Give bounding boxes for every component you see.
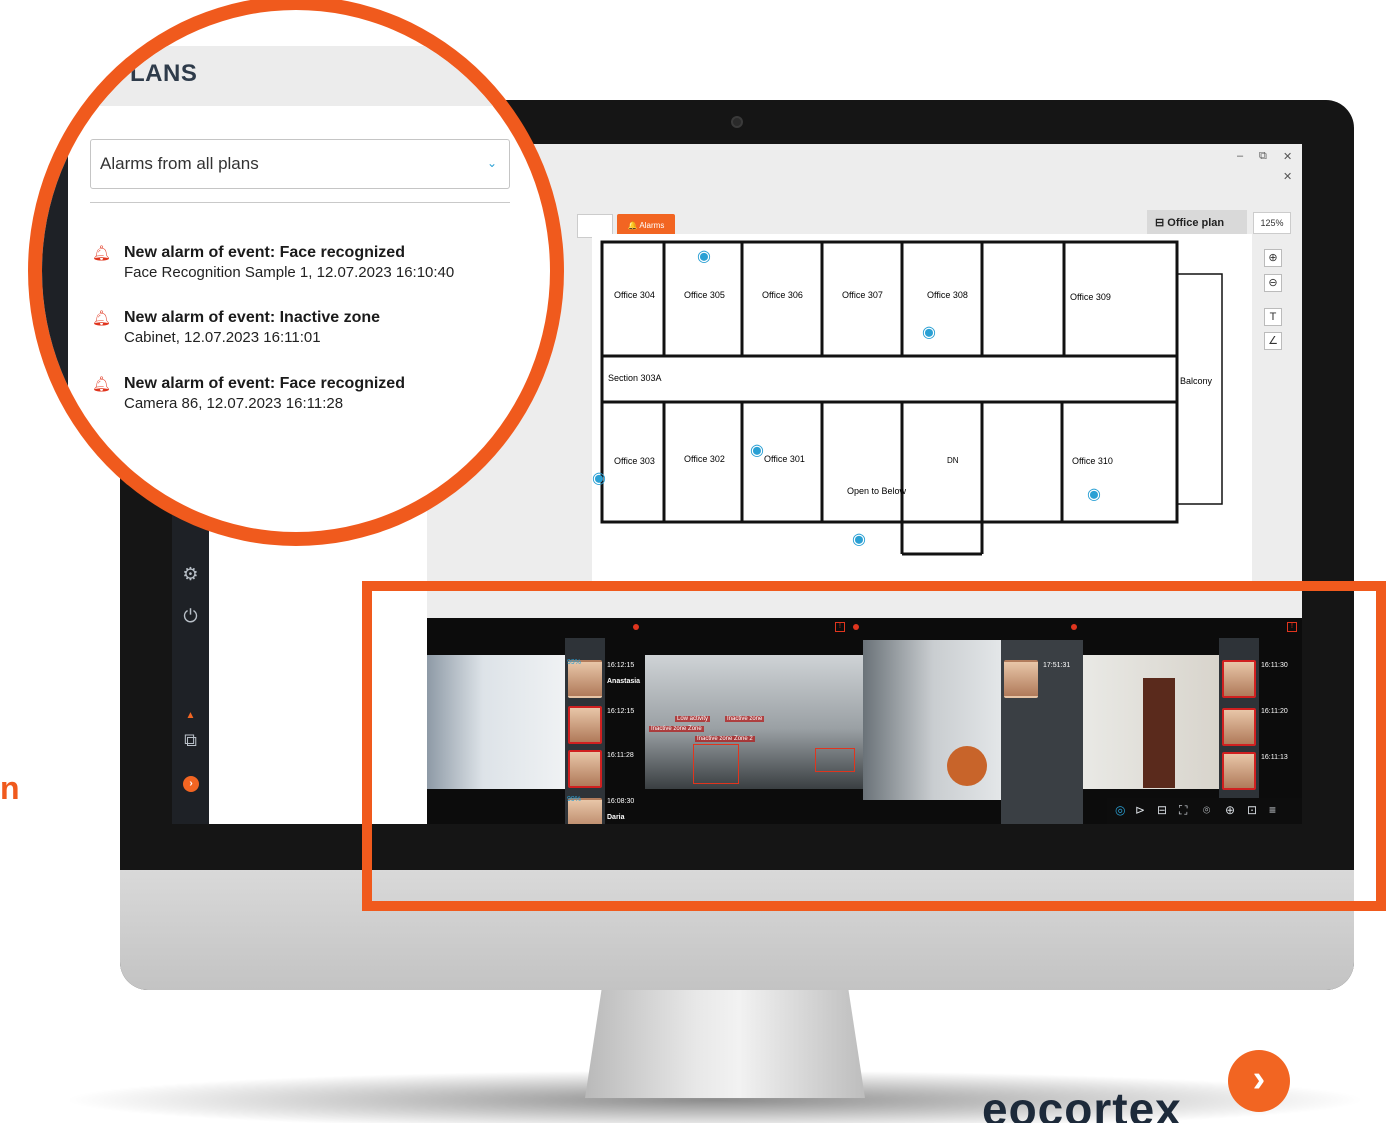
- room-label: Balcony: [1180, 376, 1213, 386]
- camera-marker-icon[interactable]: ◉: [1087, 484, 1101, 504]
- alarms-button-label: Alarms: [639, 221, 665, 230]
- text-tool-icon[interactable]: T: [1264, 308, 1282, 326]
- angle-tool-icon[interactable]: ∠: [1264, 332, 1282, 350]
- room-label: Office 309: [1070, 292, 1111, 302]
- room-label: Open to Below: [847, 486, 907, 496]
- brand-wordmark: eocortex: [982, 1083, 1182, 1123]
- room-label: Office 302: [684, 454, 725, 464]
- room-label: Office 303: [614, 456, 655, 466]
- webcam: [731, 116, 743, 128]
- zoom-in-icon[interactable]: ⊕: [1264, 249, 1282, 267]
- alarm-title: New alarm of event: Inactive zone: [124, 309, 381, 326]
- alarms-filter-value: Alarms from all plans: [100, 154, 259, 173]
- room-label: Office 304: [614, 290, 655, 300]
- panel-title: LANS: [130, 60, 198, 87]
- video-highlight-frame: [362, 581, 1386, 911]
- alarm-subtitle: Face Recognition Sample 1, 12.07.2023 16…: [124, 264, 455, 281]
- alarms-filter-select[interactable]: Alarms from all plans ⌄: [90, 139, 510, 189]
- callout-content: LANS Alarms from all plans ⌄ 🔔︎ New alar…: [42, 10, 550, 532]
- layouts-icon[interactable]: ⧉: [172, 730, 209, 751]
- room-label: Section 303A: [608, 373, 662, 383]
- brand-chevron-icon: ›: [1228, 1050, 1290, 1112]
- panel-header: [42, 46, 550, 106]
- room-label: DN: [947, 456, 959, 465]
- close-panel-button[interactable]: ✕: [1283, 170, 1292, 183]
- zoom-out-icon[interactable]: ⊖: [1264, 274, 1282, 292]
- office-plan-label: Office plan: [1167, 217, 1225, 229]
- cropped-text: n: [0, 770, 20, 806]
- room-label: Office 310: [1072, 456, 1113, 466]
- restore-button[interactable]: ⧉: [1259, 150, 1267, 163]
- camera-marker-icon[interactable]: ◉: [750, 440, 764, 460]
- camera-marker-icon[interactable]: ◉: [922, 322, 936, 342]
- divider: [90, 202, 510, 203]
- close-window-button[interactable]: ✕: [1283, 150, 1292, 163]
- power-icon[interactable]: ⏻: [172, 606, 209, 627]
- alarm-subtitle: Camera 86, 12.07.2023 16:11:28: [124, 395, 344, 412]
- marketing-stage: ▤ ⚙ ⏻ ▲ ⧉ › – ⧉ ✕ ✕ 🔔 Alarms ⊟ Office pl…: [0, 0, 1386, 1123]
- room-label: Office 307: [842, 290, 883, 300]
- monitor-stand: [585, 988, 865, 1098]
- alarms-zoom-callout: LANS Alarms from all plans ⌄ 🔔︎ New alar…: [28, 0, 564, 546]
- floor-plan: Office 304 Office 305 Office 306 Office …: [592, 234, 1252, 584]
- room-label: Office 308: [927, 290, 968, 300]
- minimize-button[interactable]: –: [1237, 150, 1243, 162]
- bell-icon: 🔔︎: [92, 310, 112, 327]
- callout-sidebar: [42, 106, 68, 532]
- chevron-up-icon[interactable]: ▲: [172, 710, 209, 721]
- alarm-title: New alarm of event: Face recognized: [124, 244, 405, 261]
- room-label: Office 301: [764, 454, 805, 464]
- camera-marker-icon[interactable]: ◉: [592, 468, 606, 488]
- bell-icon: 🔔︎: [92, 245, 112, 262]
- office-plan-button[interactable]: ⊟ Office plan: [1147, 210, 1247, 236]
- eocortex-logo-icon: ›: [183, 776, 199, 792]
- bell-icon: 🔔︎: [92, 376, 112, 393]
- alarm-subtitle: Cabinet, 12.07.2023 16:11:01: [124, 329, 321, 346]
- room-label: Office 305: [684, 290, 725, 300]
- floor-plan-drawing: [600, 240, 1223, 556]
- chevron-down-icon: ⌄: [486, 156, 497, 170]
- room-label: Office 306: [762, 290, 803, 300]
- zoom-level: 125%: [1253, 212, 1291, 234]
- alarm-title: New alarm of event: Face recognized: [124, 375, 405, 392]
- camera-marker-icon[interactable]: ◉: [697, 246, 711, 266]
- camera-marker-icon[interactable]: ◉: [852, 529, 866, 549]
- settings-icon[interactable]: ⚙: [172, 564, 209, 585]
